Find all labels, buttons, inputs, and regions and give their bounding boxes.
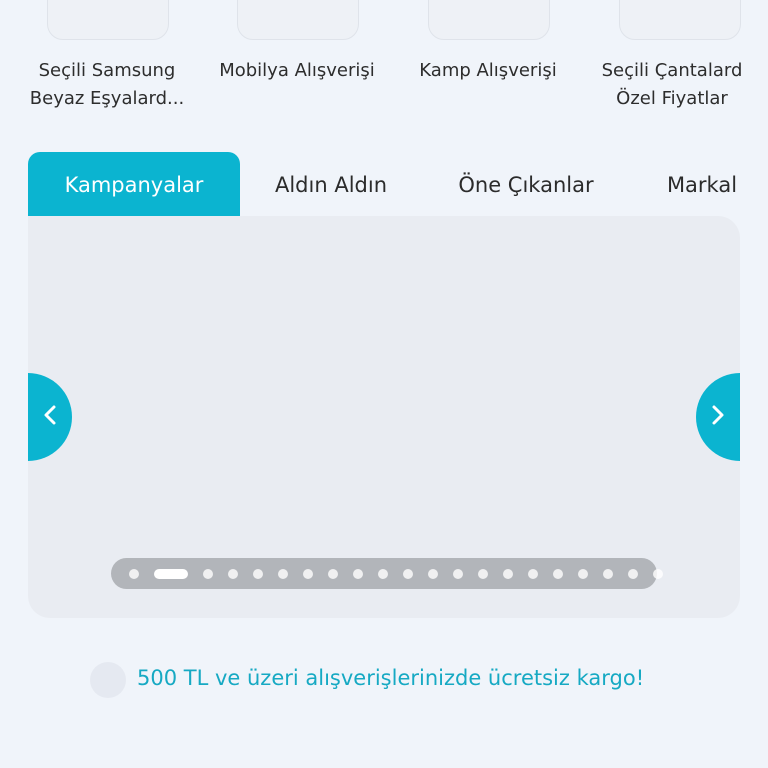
tab-aldin-aldin[interactable]: Aldın Aldın: [258, 152, 404, 216]
pagination-dot[interactable]: [628, 569, 638, 579]
pagination-dot[interactable]: [603, 569, 613, 579]
tab-markalar[interactable]: Markal: [652, 152, 752, 216]
category-label: Mobilya Alışverişi: [197, 57, 397, 85]
category-thumbnail[interactable]: [47, 0, 169, 40]
chevron-right-icon: [710, 403, 726, 431]
category-label-line: Seçili Çantalard: [601, 60, 743, 81]
pagination-dot[interactable]: [453, 569, 463, 579]
tab-one-cikanlar[interactable]: Öne Çıkanlar: [438, 152, 614, 216]
category-label-line: Kamp Alışverişi: [419, 60, 557, 81]
pagination-dot[interactable]: [278, 569, 288, 579]
pagination-dot[interactable]: [653, 569, 663, 579]
pagination-dot[interactable]: [428, 569, 438, 579]
category-thumbnail[interactable]: [237, 0, 359, 40]
category-label-line: Mobilya Alışverişi: [219, 60, 375, 81]
chevron-left-icon: [42, 403, 58, 431]
category-thumbnail[interactable]: [619, 0, 741, 40]
pagination-dot[interactable]: [203, 569, 213, 579]
pagination-dot[interactable]: [228, 569, 238, 579]
pagination-dot[interactable]: [403, 569, 413, 579]
category-label: Seçili Samsung Beyaz Eşyalard...: [7, 57, 207, 113]
tab-kampanyalar[interactable]: Kampanyalar: [28, 152, 240, 216]
free-shipping-text: 500 TL ve üzeri alışverişlerinizde ücret…: [137, 666, 645, 690]
pagination-dot[interactable]: [578, 569, 588, 579]
category-row: Seçili Samsung Beyaz Eşyalard... Mobilya…: [0, 0, 768, 120]
pagination-dot-active[interactable]: [154, 569, 188, 579]
category-thumbnail[interactable]: [428, 0, 550, 40]
pagination-dot[interactable]: [478, 569, 488, 579]
pagination-dot[interactable]: [528, 569, 538, 579]
tab-bar: Kampanyalar Aldın Aldın Öne Çıkanlar Mar…: [0, 152, 768, 216]
pagination-dot[interactable]: [253, 569, 263, 579]
pagination-dot[interactable]: [328, 569, 338, 579]
category-label: Seçili Çantalard Özel Fiyatlar: [572, 57, 768, 113]
pagination-dot[interactable]: [553, 569, 563, 579]
carousel-pagination: [111, 558, 663, 589]
cargo-icon: [90, 662, 126, 698]
pagination-dot[interactable]: [503, 569, 513, 579]
category-label-line: Seçili Samsung: [38, 60, 176, 81]
category-label-line: Beyaz Eşyalard...: [29, 88, 185, 109]
pagination-dot[interactable]: [129, 569, 139, 579]
category-label: Kamp Alışverişi: [388, 57, 588, 85]
pagination-dot[interactable]: [303, 569, 313, 579]
pagination-dot[interactable]: [353, 569, 363, 579]
pagination-dot[interactable]: [378, 569, 388, 579]
category-label-line: Özel Fiyatlar: [616, 88, 728, 109]
